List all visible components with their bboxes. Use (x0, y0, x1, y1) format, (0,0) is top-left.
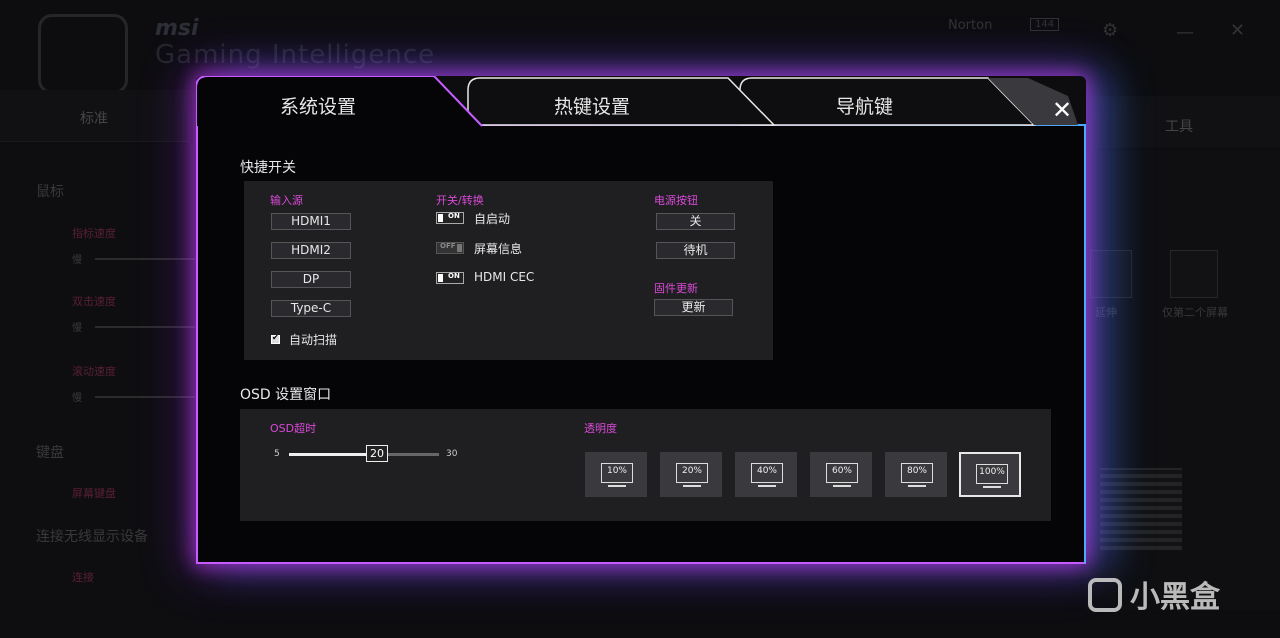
msi-logo-icon (38, 14, 128, 94)
tab-hotkey-settings-label: 热键设置 (554, 96, 631, 118)
transparency-80-button[interactable]: 80% (885, 452, 947, 497)
keyboard-heading: 键盘 (36, 445, 64, 461)
pointer-speed-slider[interactable] (95, 258, 195, 260)
watermark-text: 小黑盒 (1130, 580, 1220, 615)
tab-tools[interactable]: 工具 (1090, 96, 1280, 148)
transparency-10-button[interactable]: 10% (585, 452, 647, 497)
double-click-slider[interactable] (95, 326, 195, 328)
screen-info-toggle[interactable]: OFF (436, 242, 464, 254)
input-typec-button[interactable]: Type-C (271, 300, 351, 317)
osd-title: OSD 设置窗口 (240, 387, 332, 403)
transparency-40-button[interactable]: 40% (735, 452, 797, 497)
screen: msi Gaming Intelligence Norton 144 ⚙ — ✕… (0, 0, 1280, 638)
input-hdmi1-button[interactable]: HDMI1 (271, 213, 351, 230)
slow-label: 慢 (72, 255, 82, 266)
toggle-state: ON (448, 272, 460, 280)
transparency-20-button[interactable]: 20% (660, 452, 722, 497)
osd-timeout-thumb[interactable]: 20 (366, 445, 388, 462)
transparency-60-label: 60% (831, 466, 852, 476)
brand-name: msi (155, 16, 199, 41)
extend-display-icon[interactable] (1090, 250, 1132, 298)
osd-timeout-label: OSD超时 (270, 422, 317, 435)
hdmi-cec-toggle[interactable]: ON (436, 272, 464, 284)
auto-scan-checkbox[interactable] (271, 333, 280, 344)
transparency-100-button[interactable]: 100% (959, 452, 1021, 497)
double-click-label: 双击速度 (72, 295, 116, 308)
transparency-60-button[interactable]: 60% (810, 452, 872, 497)
close-app-icon[interactable]: ✕ (1230, 20, 1245, 41)
slow-label-3: 慢 (72, 393, 82, 404)
second-screen-label: 仅第二个屏幕 (1162, 306, 1228, 319)
gear-icon[interactable]: ⚙ (1102, 20, 1118, 41)
transparency-label: 透明度 (584, 422, 617, 435)
scroll-speed-slider[interactable] (95, 396, 195, 398)
mouse-heading: 鼠标 (36, 184, 64, 200)
tab-standard[interactable]: 标准 (0, 90, 190, 142)
quick-switch-title: 快捷开关 (240, 160, 296, 176)
refresh-rate-badge: 144 (1030, 18, 1060, 31)
left-panel: 鼠标 指标速度 慢 双击速度 慢 滚动速度 慢 键盘 屏幕键盘 连接无线显示设备… (0, 145, 200, 638)
transparency-10-label: 10% (606, 466, 627, 476)
pointer-speed-label: 指标速度 (72, 227, 116, 240)
connect-label: 连接 (72, 571, 94, 584)
brand-subtitle: Gaming Intelligence (155, 40, 436, 70)
tab-navigation-keys-label: 导航键 (836, 96, 894, 118)
auto-start-toggle[interactable]: ON (436, 212, 464, 224)
watermark-logo-icon (1088, 577, 1122, 612)
norton-label: Norton (948, 18, 993, 33)
osd-timeout-fill (289, 453, 377, 456)
screen-info-label: 屏幕信息 (474, 242, 523, 256)
scroll-speed-label: 滚动速度 (72, 365, 116, 378)
tab-navigation-keys[interactable]: 导航键 (738, 76, 1088, 126)
input-hdmi2-button[interactable]: HDMI2 (271, 242, 351, 259)
close-modal-button[interactable]: ✕ (1044, 95, 1080, 125)
input-dp-button[interactable]: DP (271, 271, 351, 288)
second-screen-icon[interactable] (1170, 250, 1218, 298)
auto-scan-label: 自动扫描 (289, 333, 338, 347)
transparency-40-label: 40% (756, 466, 777, 476)
firmware-update-button[interactable]: 更新 (654, 299, 733, 316)
slow-label-2: 慢 (72, 323, 82, 334)
power-off-button[interactable]: 关 (656, 213, 735, 230)
hdmi-cec-label: HDMI CEC (474, 270, 535, 284)
qr-code-image (1100, 468, 1182, 550)
wireless-heading: 连接无线显示设备 (36, 529, 148, 545)
close-icon: ✕ (1051, 96, 1073, 124)
transparency-100-label: 100% (979, 467, 1005, 477)
transparency-20-label: 20% (681, 466, 702, 476)
toggle-state: OFF (440, 242, 456, 250)
auto-start-label: 自启动 (474, 212, 511, 226)
power-standby-button[interactable]: 待机 (656, 242, 735, 259)
toggle-state: ON (448, 212, 460, 220)
watermark: 小黑盒 (1088, 572, 1220, 616)
tab-hotkey-settings[interactable]: 热键设置 (466, 76, 781, 126)
power-button-label: 电源按钮 (654, 194, 698, 207)
tab-tools-label: 工具 (1165, 119, 1193, 135)
tab-standard-label: 标准 (80, 111, 108, 127)
tab-system-settings[interactable]: 系统设置 (196, 76, 486, 127)
transparency-80-label: 80% (906, 466, 927, 476)
input-source-label: 输入源 (270, 194, 303, 207)
tab-shape (739, 77, 1078, 126)
osd-timeout-min: 5 (274, 449, 280, 459)
switches-label: 开关/转换 (436, 194, 484, 207)
screen-keyboard-label: 屏幕键盘 (72, 487, 116, 500)
tab-system-settings-label: 系统设置 (280, 96, 357, 118)
minimize-icon[interactable]: — (1176, 22, 1194, 43)
firmware-update-label: 固件更新 (654, 282, 698, 295)
osd-timeout-max: 30 (446, 449, 458, 459)
extend-label: 延伸 (1095, 306, 1117, 319)
